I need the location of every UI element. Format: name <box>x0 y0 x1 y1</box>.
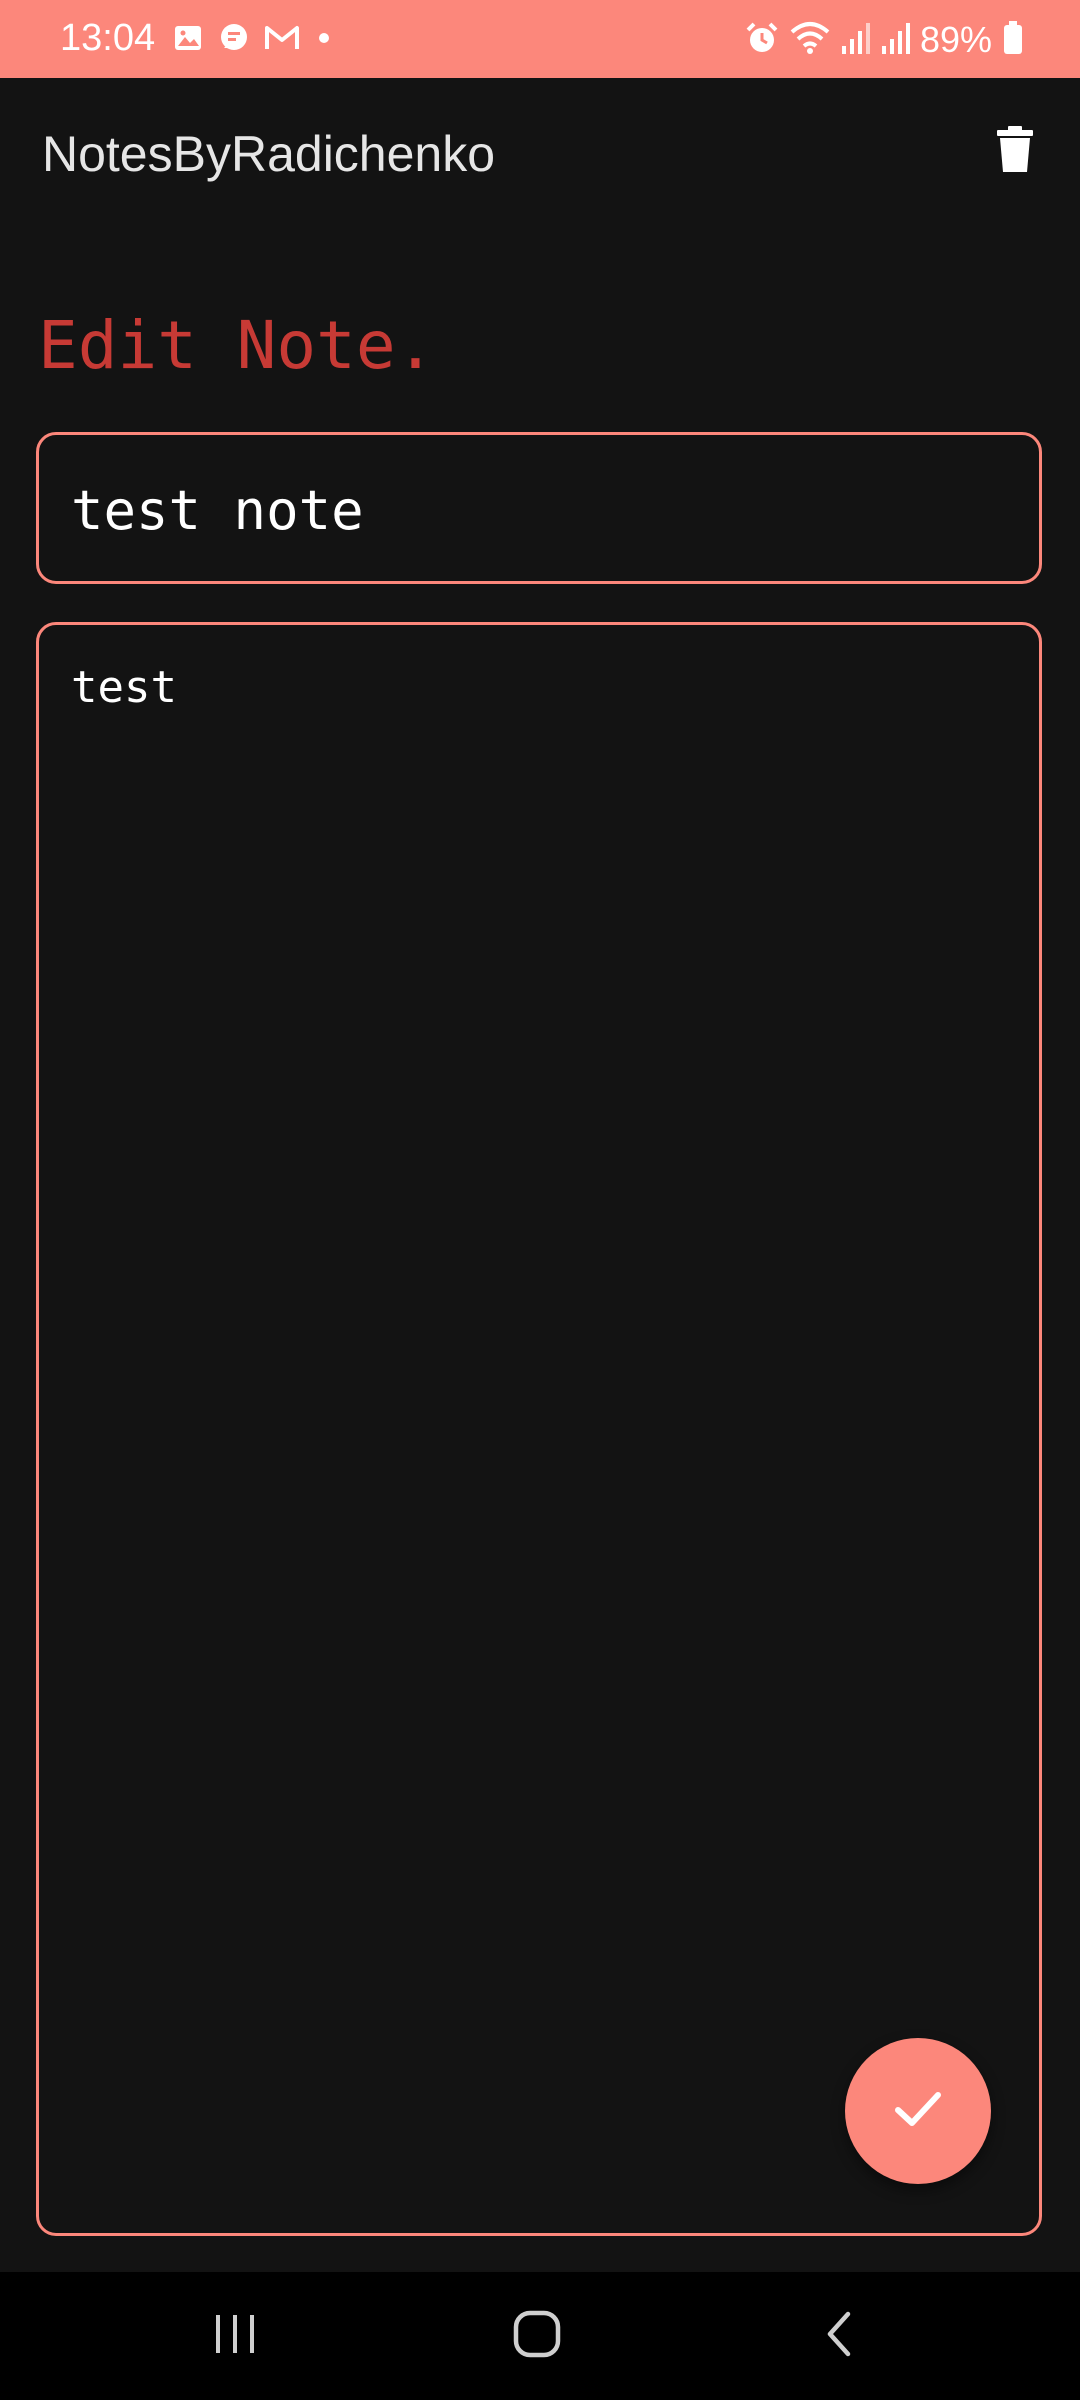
dot-icon <box>314 22 334 59</box>
app-bar: NotesByRadichenko <box>0 78 1080 234</box>
edit-note-screen: 13:04 89% NotesByRadichenko Edit Note. t… <box>0 0 1080 2400</box>
status-system-icons: 89% <box>744 18 1024 62</box>
back-icon <box>820 2309 860 2364</box>
system-navigation-bar <box>0 2272 1080 2400</box>
note-body-input[interactable]: test <box>36 622 1042 2236</box>
status-notification-icons <box>172 22 334 59</box>
gmail-icon <box>264 22 300 59</box>
back-button[interactable] <box>808 2306 872 2366</box>
battery-icon <box>1002 20 1024 61</box>
signal-icon <box>880 20 910 61</box>
page-title: Edit Note. <box>38 307 436 384</box>
recents-button[interactable] <box>203 2306 267 2366</box>
note-body-value: test <box>71 662 177 713</box>
recents-icon <box>210 2311 260 2362</box>
check-icon <box>890 2081 946 2142</box>
status-time: 13:04 <box>60 17 156 59</box>
wifi-icon <box>790 20 830 61</box>
trash-icon <box>995 124 1035 179</box>
signal-icon <box>840 20 870 61</box>
battery-percentage: 89% <box>919 19 992 60</box>
chat-icon <box>218 22 250 59</box>
app-title: NotesByRadichenko <box>42 126 496 182</box>
note-title-value: test note <box>71 479 364 542</box>
home-icon <box>511 2308 563 2365</box>
home-button[interactable] <box>505 2306 569 2366</box>
alarm-icon <box>744 20 780 61</box>
status-bar: 13:04 89% <box>0 0 1080 78</box>
delete-note-button[interactable] <box>980 116 1050 186</box>
save-note-button[interactable] <box>845 2038 991 2184</box>
note-title-input[interactable]: test note <box>36 432 1042 584</box>
gallery-icon <box>172 22 204 59</box>
